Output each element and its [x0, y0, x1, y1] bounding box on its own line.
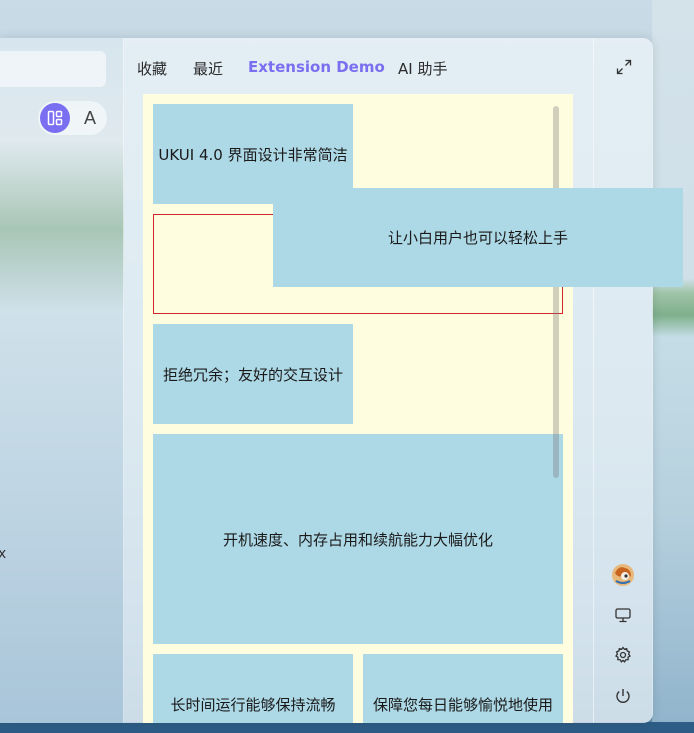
demo-card: 长时间运行能够保持流畅 — [153, 654, 353, 723]
demo-overflow-card: 让小白用户也可以轻松上手 — [273, 188, 683, 287]
tab-recent[interactable]: 最近 — [193, 58, 223, 79]
desktop-background — [652, 0, 694, 733]
view-toggle[interactable]: A — [38, 101, 107, 135]
demo-card: 保障您每日能够愉悦地使用 — [363, 654, 563, 723]
right-sidebar — [593, 38, 653, 723]
left-panel: A x — [0, 38, 124, 723]
scrollbar[interactable] — [553, 106, 559, 478]
start-menu-window: A x 收藏 最近 Extension Demo AI 助手 UKUI 4.0 … — [0, 38, 653, 723]
demo-card: 拒绝冗余；友好的交互设计 — [153, 324, 353, 424]
edge-text: x — [0, 546, 7, 562]
tab-ai-assistant[interactable]: AI 助手 — [398, 58, 447, 79]
expand-icon[interactable] — [612, 55, 636, 79]
tab-extension-demo[interactable]: Extension Demo — [248, 58, 385, 76]
display-icon[interactable] — [611, 603, 635, 627]
grid-view-icon[interactable] — [40, 103, 70, 133]
tab-favorites[interactable]: 收藏 — [137, 58, 167, 79]
demo-card: 开机速度、内存占用和续航能力大幅优化 — [153, 434, 563, 644]
search-input[interactable] — [0, 51, 106, 87]
settings-icon[interactable] — [611, 643, 635, 667]
power-icon[interactable] — [611, 684, 635, 708]
alphabet-view-button[interactable]: A — [76, 101, 104, 135]
taskbar — [0, 722, 694, 733]
user-avatar[interactable] — [611, 563, 635, 587]
